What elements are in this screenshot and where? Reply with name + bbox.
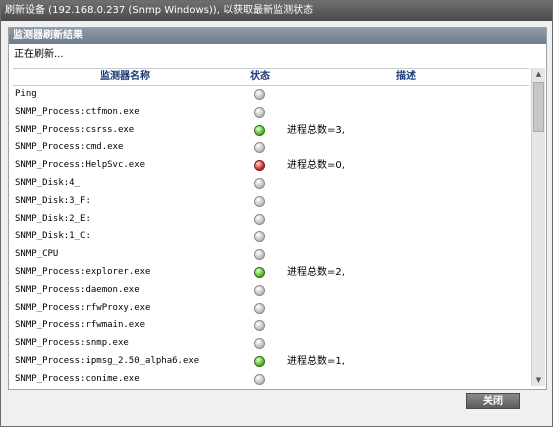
status-cell (254, 320, 266, 332)
status-cell (254, 177, 266, 190)
status-gray-icon (254, 284, 265, 296)
status-gray-icon (254, 106, 265, 118)
status-gray-icon (254, 213, 265, 225)
refresh-status-text: 正在刷新... (14, 49, 64, 60)
status-gray-icon (254, 89, 265, 100)
monitor-name: SNMP_Process:rfwmain.exe (15, 320, 146, 331)
table-row[interactable]: SNMP_Disk:2_E: (13, 211, 529, 229)
monitor-table: 监测器名称 状态 描述 Ping SNMP_Process:ctfmon.exe S… (13, 68, 529, 386)
status-cell (254, 338, 266, 350)
monitor-name: SNMP_Disk:3_F: (15, 195, 91, 206)
table-row[interactable]: SNMP_Process:csrss.exe 进程总数=3, (13, 122, 529, 140)
monitor-name: SNMP_Process:ipmsg_2.50_alpha6.exe (15, 355, 200, 366)
panel-header: 监测器刷新结果 (9, 28, 546, 44)
table-row[interactable]: SNMP_Disk:3_F: (13, 193, 529, 211)
table-row[interactable]: SNMP_Process:ipmsg_2.50_alpha6.exe 进程总数=1… (13, 353, 529, 371)
status-gray-icon (254, 195, 265, 207)
monitor-description: 进程总数=1, (287, 355, 345, 367)
status-cell (254, 249, 266, 261)
scroll-up-icon[interactable]: ▲ (532, 68, 545, 80)
status-cell (254, 195, 266, 208)
column-header-status[interactable]: 状态 (237, 69, 283, 85)
status-cell (254, 142, 266, 154)
table-row[interactable]: SNMP_Process:rfwmain.exe (13, 317, 529, 335)
monitor-name: SNMP_Process:csrss.exe (15, 124, 135, 135)
monitor-name: SNMP_Disk:4_ (15, 177, 81, 188)
status-gray-icon (254, 373, 265, 385)
table-row[interactable]: SNMP_Process:explorer.exe 进程总数=2, (13, 264, 529, 282)
status-gray-icon (254, 231, 265, 243)
status-gray-icon (254, 320, 265, 332)
vertical-scrollbar[interactable]: ▲ ▼ (531, 68, 545, 386)
table-row[interactable]: SNMP_Disk:1_C: (13, 228, 529, 246)
status-cell (254, 106, 266, 119)
table-row[interactable]: Ping (13, 86, 529, 104)
monitor-name: SNMP_Process:rfwProxy.exe (15, 302, 151, 313)
monitor-name: SNMP_Process:snmp.exe (15, 338, 129, 349)
table-row[interactable]: SNMP_Process:rfwProxy.exe (13, 300, 529, 318)
status-cell (254, 373, 266, 386)
monitor-name: SNMP_Disk:1_C: (15, 231, 91, 242)
table-row[interactable]: SNMP_Process:conime.exe (13, 371, 529, 386)
status-red-icon (254, 160, 265, 172)
monitor-name: SNMP_Process:ctfmon.exe (15, 106, 140, 117)
status-gray-icon (254, 142, 265, 154)
status-gray-icon (254, 177, 265, 189)
table-header: 监测器名称 状态 描述 (13, 68, 529, 86)
monitor-name: SNMP_Process:daemon.exe (15, 284, 140, 295)
table-row[interactable]: SNMP_CPU (13, 246, 529, 264)
status-cell (254, 160, 266, 172)
status-gray-icon (254, 249, 265, 261)
table-row[interactable]: SNMP_Disk:4_ (13, 175, 529, 193)
status-cell (254, 355, 266, 368)
status-cell (254, 302, 266, 315)
status-green-icon (254, 355, 265, 367)
table-row[interactable]: SNMP_Process:snmp.exe (13, 335, 529, 353)
monitor-name: SNMP_Process:explorer.exe (15, 266, 151, 277)
table-row[interactable]: SNMP_Process:cmd.exe (13, 139, 529, 157)
dialog-window: 刷新设备 (192.168.0.237 (Snmp Windows)), 以获取… (0, 0, 553, 427)
window-title: 刷新设备 (192.168.0.237 (Snmp Windows)), 以获取… (1, 1, 552, 21)
table-row[interactable]: SNMP_Process:daemon.exe (13, 282, 529, 300)
monitor-name: SNMP_Process:HelpSvc.exe (15, 160, 146, 171)
table-body: Ping SNMP_Process:ctfmon.exe SNMP_Process:… (13, 86, 529, 386)
results-panel: 监测器刷新结果 正在刷新... 监测器名称 状态 描述 Ping SNMP_Pro… (8, 27, 547, 390)
status-green-icon (254, 266, 265, 278)
monitor-name: Ping (15, 89, 37, 99)
monitor-description: 进程总数=3, (287, 124, 345, 136)
status-green-icon (254, 124, 265, 136)
close-button[interactable]: 关闭 (466, 393, 520, 409)
monitor-name: SNMP_CPU (15, 249, 59, 260)
monitor-description: 进程总数=2, (287, 266, 345, 278)
monitor-description: 进程总数=0, (287, 160, 345, 172)
status-gray-icon (254, 302, 265, 314)
status-cell (254, 266, 266, 279)
status-gray-icon (254, 338, 265, 350)
scrollbar-thumb[interactable] (533, 82, 544, 132)
scroll-down-icon[interactable]: ▼ (532, 374, 545, 386)
column-header-description[interactable]: 描述 (283, 69, 529, 85)
column-header-name[interactable]: 监测器名称 (13, 69, 237, 85)
status-cell (254, 213, 266, 226)
status-cell (254, 284, 266, 297)
monitor-name: SNMP_Disk:2_E: (15, 213, 91, 224)
status-cell (254, 89, 266, 101)
table-row[interactable]: SNMP_Process:HelpSvc.exe 进程总数=0, (13, 157, 529, 175)
table-row[interactable]: SNMP_Process:ctfmon.exe (13, 104, 529, 122)
status-cell (254, 231, 266, 243)
monitor-name: SNMP_Process:conime.exe (15, 373, 140, 384)
monitor-name: SNMP_Process:cmd.exe (15, 142, 124, 153)
status-cell (254, 124, 266, 137)
